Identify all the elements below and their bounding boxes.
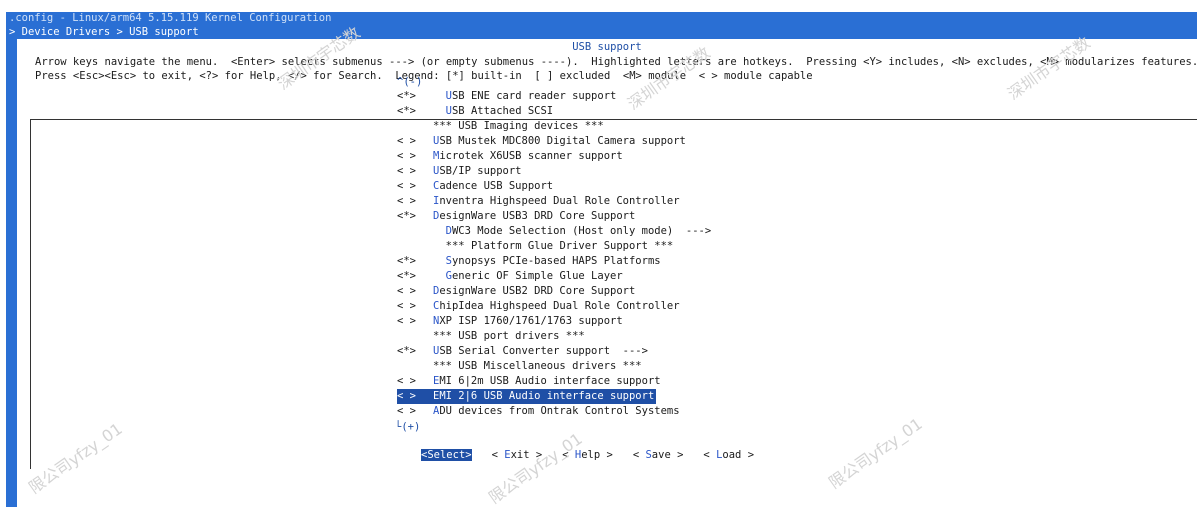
item-label: esignWare USB2 DRD Core Support — [439, 285, 636, 297]
menu-item[interactable]: <*> USB Attached SCSI — [397, 104, 711, 119]
menu-item[interactable]: <*> DesignWare USB3 DRD Core Support — [397, 209, 711, 224]
help-text-line-1: Arrow keys navigate the menu. <Enter> se… — [35, 56, 1197, 68]
item-state: < > — [397, 165, 416, 177]
item-state: <*> — [397, 270, 416, 282]
item-label: SB ENE card reader support — [451, 90, 617, 102]
item-indent — [433, 105, 446, 117]
item-label: *** Platform Glue Driver Support *** — [445, 240, 674, 252]
menu-item-selected[interactable]: < > EMI 2|6 USB Audio interface support — [397, 389, 657, 404]
menu-item[interactable]: < > USB Mustek MDC800 Digital Camera supp… — [397, 134, 711, 149]
item-label: icrotek X6USB scanner support — [439, 150, 623, 162]
item-label: *** USB Imaging devices *** — [433, 120, 604, 132]
item-label: nventra Highspeed Dual Role Controller — [439, 195, 680, 207]
menu-item[interactable]: < > ChipIdea Highspeed Dual Role Controll… — [397, 299, 711, 314]
item-label: SB Mustek MDC800 Digital Camera support — [439, 135, 686, 147]
window-title: .config - Linux/arm64 5.15.119 Kernel Co… — [9, 12, 332, 24]
item-state: < > — [397, 180, 416, 192]
item-label: esignWare USB3 DRD Core Support — [439, 210, 636, 222]
item-label: MI 2|6 USB Audio interface support — [439, 390, 655, 402]
item-label: SB Serial Converter support ---> — [439, 345, 648, 357]
menu-item[interactable]: < > DesignWare USB2 DRD Core Support — [397, 284, 711, 299]
button-bar: <Select> < Exit > < Help > < Save > < Load > — [421, 449, 774, 461]
button-label: elect — [433, 449, 466, 461]
button-bracket-close: > — [529, 449, 543, 461]
button-bracket-open: < — [632, 449, 646, 461]
item-state: <*> — [397, 105, 416, 117]
item-state: < > — [397, 150, 416, 162]
item-state: < > — [397, 285, 416, 297]
menu-item[interactable]: < > Microtek X6USB scanner support — [397, 149, 711, 164]
item-state: <*> — [397, 210, 416, 222]
item-label: eneric OF Simple Glue Layer — [451, 270, 623, 282]
menu-item[interactable]: <*> USB Serial Converter support ---> — [397, 344, 711, 359]
help-text-line-2: Press <Esc><Esc> to exit, <?> for Help, … — [35, 70, 813, 82]
item-label: hipIdea Highspeed Dual Role Controller — [439, 300, 680, 312]
scroll-up-indicator: ^(-) — [397, 76, 423, 88]
item-label: MI 6|2m USB Audio interface support — [439, 375, 661, 387]
menu-item[interactable]: < > Cadence USB Support — [397, 179, 711, 194]
item-indent — [433, 270, 446, 282]
button-label: xit — [510, 449, 530, 461]
button-bracket-close: > — [741, 449, 755, 461]
button-exit[interactable]: < Exit > — [492, 449, 543, 461]
dialog-title: USB support — [572, 41, 642, 53]
button-bracket-close: > — [465, 449, 472, 461]
menu-item[interactable]: *** USB Miscellaneous drivers *** — [397, 359, 711, 374]
item-indent — [433, 90, 446, 102]
button-label: elp — [581, 449, 601, 461]
button-load[interactable]: < Load > — [703, 449, 754, 461]
button-help[interactable]: < Help > — [562, 449, 613, 461]
menu-item[interactable]: *** USB Imaging devices *** — [397, 119, 711, 134]
menu-item[interactable]: <*> USB ENE card reader support — [397, 89, 711, 104]
menu-item[interactable]: *** Platform Glue Driver Support *** — [397, 239, 711, 254]
menu-item[interactable]: <*> Generic OF Simple Glue Layer — [397, 269, 711, 284]
button-bracket-open: < — [562, 449, 575, 461]
item-label: SB/IP support — [439, 165, 522, 177]
item-indent — [433, 240, 446, 252]
item-label: DU devices from Ontrak Control Systems — [439, 405, 680, 417]
item-label: XP ISP 1760/1761/1763 support — [439, 315, 623, 327]
menu-item[interactable]: < > NXP ISP 1760/1761/1763 support — [397, 314, 711, 329]
item-state: < > — [397, 135, 416, 147]
button-bracket-close: > — [670, 449, 684, 461]
button-bracket-close: > — [600, 449, 613, 461]
breadcrumb: > Device Drivers > USB support — [6, 25, 1197, 39]
item-label: *** USB Miscellaneous drivers *** — [433, 360, 642, 372]
item-state: < > — [397, 390, 416, 402]
item-label: WC3 Mode Selection (Host only mode) ---> — [451, 225, 712, 237]
item-state: < > — [397, 315, 416, 327]
item-label: adence USB Support — [439, 180, 554, 192]
button-label: ave — [651, 449, 671, 461]
item-label: ynopsys PCIe-based HAPS Platforms — [451, 255, 661, 267]
item-label: SB Attached SCSI — [451, 105, 554, 117]
button-bracket-open: < — [703, 449, 717, 461]
menu-item[interactable]: < > EMI 6|2m USB Audio interface support — [397, 374, 711, 389]
menu-item[interactable]: DWC3 Mode Selection (Host only mode) ---… — [397, 224, 712, 239]
button-save[interactable]: < Save > — [633, 449, 684, 461]
button-bracket-open: < — [491, 449, 505, 461]
scroll-down-indicator: └(+) — [395, 421, 421, 433]
breadcrumb-text: > Device Drivers > USB support — [9, 26, 199, 38]
item-state: <*> — [397, 90, 416, 102]
item-state: < > — [397, 375, 416, 387]
menu-list: <*> USB ENE card reader support <*> USB A… — [397, 89, 711, 419]
menu-item[interactable]: < > Inventra Highspeed Dual Role Controll… — [397, 194, 711, 209]
menu-item[interactable]: *** USB port drivers *** — [397, 329, 711, 344]
menu-item[interactable]: < > ADU devices from Ontrak Control Syste… — [397, 404, 711, 419]
item-state: < > — [397, 300, 416, 312]
item-indent — [433, 255, 446, 267]
button-select[interactable]: <Select> — [421, 449, 472, 461]
item-indent — [433, 225, 446, 237]
button-label: oad — [722, 449, 742, 461]
item-state: < > — [397, 405, 416, 417]
item-state: <*> — [397, 255, 416, 267]
item-state: <*> — [397, 345, 416, 357]
menu-item[interactable]: < > USB/IP support — [397, 164, 711, 179]
window-titlebar: .config - Linux/arm64 5.15.119 Kernel Co… — [6, 12, 1197, 25]
item-label: *** USB port drivers *** — [433, 330, 585, 342]
item-state: < > — [397, 195, 416, 207]
menu-item[interactable]: <*> Synopsys PCIe-based HAPS Platforms — [397, 254, 711, 269]
